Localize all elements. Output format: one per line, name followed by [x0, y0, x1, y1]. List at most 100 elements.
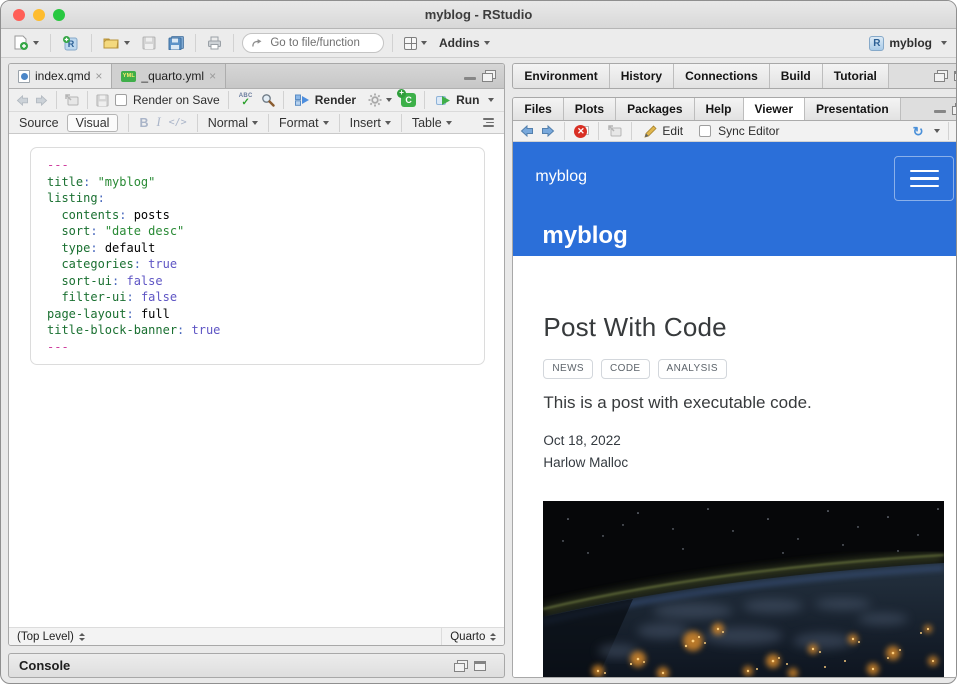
tab-build[interactable]: Build: [770, 64, 823, 88]
tab-packages[interactable]: Packages: [616, 98, 694, 120]
addins-menu[interactable]: Addins: [436, 34, 493, 52]
forward-icon[interactable]: [35, 95, 48, 106]
run-icon: [436, 95, 451, 106]
hamburger-menu-button[interactable]: [894, 156, 954, 201]
tag-code[interactable]: CODE: [601, 359, 650, 379]
render-icon: [295, 94, 310, 106]
editor-tab-bar: index.qmd × YML _quarto.yml ×: [9, 64, 504, 89]
find-icon[interactable]: [261, 93, 275, 107]
restore-pane-icon[interactable]: [454, 660, 468, 672]
back-icon[interactable]: [16, 95, 29, 106]
source-mode-button[interactable]: Source: [19, 116, 59, 130]
tab-tutorial[interactable]: Tutorial: [823, 64, 889, 88]
new-project-button[interactable]: R: [59, 33, 83, 53]
outline-scope-selector[interactable]: (Top Level): [9, 631, 441, 643]
save-icon: [142, 36, 156, 50]
minimize-pane-icon[interactable]: [934, 104, 946, 114]
post-description[interactable]: This is a post with executable code.: [543, 393, 944, 413]
format-menu[interactable]: Format: [279, 116, 329, 130]
stop-icon[interactable]: ✕: [574, 125, 589, 138]
run-button[interactable]: Run: [433, 91, 497, 109]
chevron-down-icon: [385, 121, 391, 125]
forward-icon[interactable]: [541, 125, 555, 137]
toolbar-separator: [195, 34, 196, 52]
workspace: index.qmd × YML _quarto.yml ×: [1, 58, 956, 684]
render-settings-button[interactable]: [365, 91, 395, 109]
outline-toggle-icon[interactable]: [483, 118, 494, 127]
popout-icon[interactable]: [608, 125, 622, 137]
tab-presentation[interactable]: Presentation: [805, 98, 901, 120]
close-icon[interactable]: ×: [209, 71, 216, 81]
print-button[interactable]: [204, 34, 225, 52]
goto-file-search[interactable]: [242, 33, 384, 53]
earth-night-image[interactable]: [543, 501, 944, 677]
zoom-window-button[interactable]: [53, 9, 65, 21]
toolbar-separator: [283, 91, 284, 109]
format-toolbar: Source Visual B I </> Normal Format: [9, 112, 504, 134]
insert-chunk-button[interactable]: C +: [401, 93, 416, 107]
minimize-window-button[interactable]: [33, 9, 45, 21]
toolbar-separator: [339, 114, 340, 132]
goto-file-input[interactable]: [268, 36, 374, 50]
visual-mode-button[interactable]: Visual: [67, 114, 119, 132]
code-line: ---: [47, 157, 468, 174]
toolbar-separator: [948, 122, 949, 140]
editor-content[interactable]: ---title: "myblog"listing: contents: pos…: [9, 134, 504, 627]
blog-navbar-brand[interactable]: myblog: [535, 168, 587, 186]
r-project-icon: R: [62, 35, 80, 51]
chevron-down-icon: [421, 41, 427, 45]
post-tags: NEWS CODE ANALYSIS: [543, 359, 944, 379]
yaml-code-block[interactable]: ---title: "myblog"listing: contents: pos…: [30, 147, 485, 365]
minimize-pane-icon[interactable]: [464, 71, 476, 81]
render-button[interactable]: Render: [292, 91, 359, 109]
sync-icon[interactable]: ↻: [913, 125, 924, 138]
file-type-selector[interactable]: Quarto: [441, 628, 504, 645]
code-line: filter-ui: false: [47, 289, 468, 306]
italic-button[interactable]: I: [156, 115, 160, 130]
edit-button[interactable]: Edit: [641, 122, 686, 140]
project-menu[interactable]: R myblog: [869, 36, 947, 51]
paragraph-style-dropdown[interactable]: Normal: [208, 116, 258, 130]
chevron-down-icon: [941, 41, 947, 45]
code-button[interactable]: </>: [169, 117, 187, 128]
save-all-button[interactable]: [165, 34, 187, 52]
close-icon[interactable]: ×: [95, 71, 102, 81]
render-on-save-checkbox[interactable]: [115, 94, 127, 106]
insert-menu[interactable]: Insert: [350, 116, 391, 130]
maximize-pane-icon[interactable]: [482, 70, 496, 82]
editor-tab-index-qmd[interactable]: index.qmd ×: [9, 64, 112, 88]
new-file-button[interactable]: [10, 33, 42, 53]
code-line: page-layout: full: [47, 306, 468, 323]
gear-icon: [368, 93, 382, 107]
save-icon[interactable]: [96, 94, 109, 107]
tab-files[interactable]: Files: [513, 98, 563, 120]
editor-tab-quarto-yml[interactable]: YML _quarto.yml ×: [112, 64, 226, 88]
workspace-panes-button[interactable]: [401, 35, 430, 52]
tab-viewer[interactable]: Viewer: [744, 98, 805, 120]
tag-analysis[interactable]: ANALYSIS: [658, 359, 727, 379]
chevron-down-icon: [252, 121, 258, 125]
maximize-pane-icon[interactable]: [952, 103, 957, 115]
tab-environment[interactable]: Environment: [513, 64, 609, 88]
tab-history[interactable]: History: [610, 64, 674, 88]
bold-button[interactable]: B: [139, 116, 148, 130]
back-icon[interactable]: [520, 125, 534, 137]
post-title[interactable]: Post With Code: [543, 312, 944, 343]
close-window-button[interactable]: [13, 9, 25, 21]
console-pane[interactable]: Console: [8, 653, 505, 678]
open-file-button[interactable]: [100, 34, 133, 52]
table-menu[interactable]: Table: [412, 116, 452, 130]
restore-pane-icon[interactable]: [934, 70, 948, 82]
editor-tab-label: index.qmd: [35, 69, 90, 83]
tab-plots[interactable]: Plots: [564, 98, 616, 120]
tab-connections[interactable]: Connections: [674, 64, 770, 88]
popout-icon[interactable]: [65, 94, 79, 106]
chevron-down-icon: [446, 121, 452, 125]
tab-help[interactable]: Help: [695, 98, 744, 120]
spellcheck-icon[interactable]: ABC ✓: [237, 93, 255, 108]
goto-arrow-icon: [252, 38, 262, 48]
tag-news[interactable]: NEWS: [543, 359, 593, 379]
sync-editor-checkbox[interactable]: [699, 125, 711, 137]
save-button[interactable]: [139, 34, 159, 52]
maximize-pane-icon[interactable]: [474, 661, 486, 671]
